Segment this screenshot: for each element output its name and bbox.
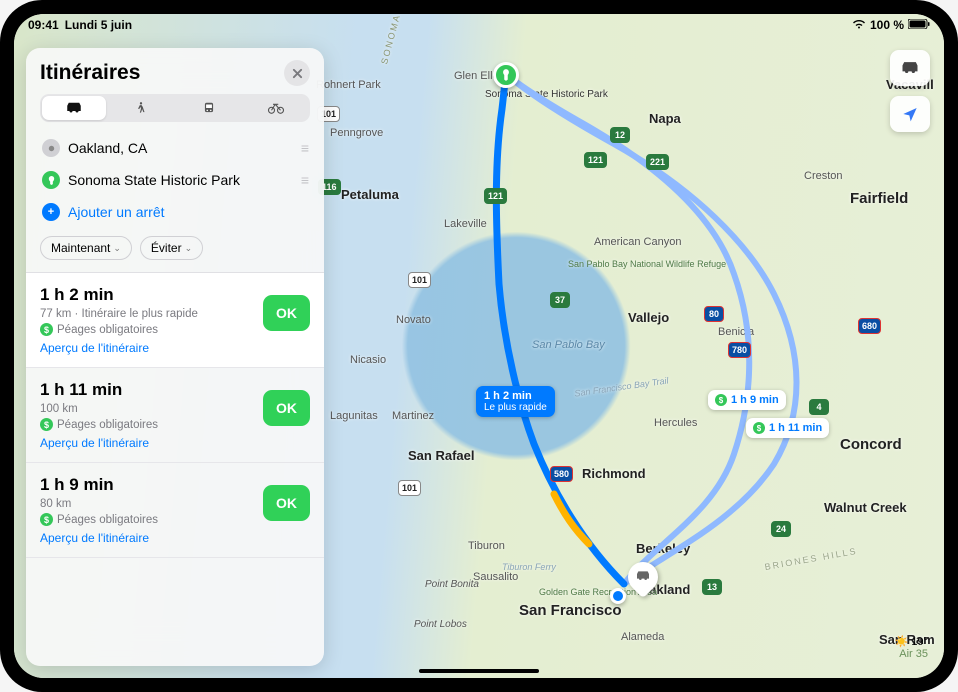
go-button[interactable]: OK xyxy=(263,295,310,331)
shield-ca121-b: 121 xyxy=(584,152,607,168)
mode-tab-transit[interactable] xyxy=(177,96,241,120)
shield-i580: 580 xyxy=(550,466,573,482)
mode-tab-bike[interactable] xyxy=(245,96,309,120)
route-badge-primary-time: 1 h 2 min xyxy=(484,390,532,402)
destination-pin[interactable] xyxy=(493,62,519,88)
reorder-handle-icon[interactable]: ≡ xyxy=(301,172,308,188)
route-option-3[interactable]: 1 h 9 min 80 km $Péages obligatoires Ape… xyxy=(26,463,324,558)
weather-temp: 19° xyxy=(911,636,928,648)
travel-mode-button[interactable] xyxy=(890,50,930,86)
add-stop-row[interactable]: + Ajouter un arrêt xyxy=(40,196,310,228)
transport-mode-tabs xyxy=(40,94,310,122)
shield-ca12: 12 xyxy=(610,127,630,143)
home-indicator[interactable] xyxy=(419,669,539,673)
shield-ca221: 221 xyxy=(646,154,669,170)
toll-icon: $ xyxy=(715,394,727,406)
status-date: Lundi 5 juin xyxy=(65,18,132,32)
route-badge-alt2[interactable]: $ 1 h 11 min xyxy=(746,418,829,438)
directions-panel: Itinéraires xyxy=(26,48,324,666)
shield-i680: 680 xyxy=(858,318,881,334)
shield-ca13: 13 xyxy=(702,579,722,595)
destination-row[interactable]: Sonoma State Historic Park ≡ xyxy=(40,164,310,196)
status-bar: 09:41 Lundi 5 juin 100 % xyxy=(14,14,944,36)
shield-ca24: 24 xyxy=(771,521,791,537)
route-preview-link[interactable]: Aperçu de l'itinéraire xyxy=(40,341,310,355)
origin-row[interactable]: Oakland, CA ≡ xyxy=(40,132,310,164)
toll-icon: $ xyxy=(40,323,53,336)
go-button[interactable]: OK xyxy=(263,485,310,521)
shield-i80: 80 xyxy=(704,306,724,322)
origin-label: Oakland, CA xyxy=(68,140,293,156)
origin-icon xyxy=(42,139,60,157)
route-preview-link[interactable]: Aperçu de l'itinéraire xyxy=(40,436,310,450)
status-time: 09:41 xyxy=(28,18,59,32)
sun-icon: ☀️ xyxy=(895,635,909,648)
wifi-icon xyxy=(852,18,866,32)
close-button[interactable] xyxy=(284,60,310,86)
route-option-1[interactable]: 1 h 2 min 77 km · Itinéraire le plus rap… xyxy=(26,273,324,368)
route-badge-alt1[interactable]: $ 1 h 9 min xyxy=(708,390,786,410)
shield-us101-a: 101 xyxy=(398,480,421,496)
chevron-down-icon: ⌄ xyxy=(113,243,121,254)
locate-me-button[interactable] xyxy=(890,96,930,132)
current-location-dot[interactable] xyxy=(610,588,626,604)
toll-icon: $ xyxy=(40,418,53,431)
shield-us101-b: 101 xyxy=(408,272,431,288)
shield-ca37: 37 xyxy=(550,292,570,308)
weather-widget[interactable]: ☀️ 19° Air 35 xyxy=(895,635,928,660)
avoid-button[interactable]: Éviter ⌄ xyxy=(140,236,203,260)
route-preview-link[interactable]: Aperçu de l'itinéraire xyxy=(40,531,310,545)
route-badge-primary[interactable]: 1 h 2 min Le plus rapide xyxy=(476,386,555,417)
chevron-down-icon: ⌄ xyxy=(185,243,193,254)
routes-list: 1 h 2 min 77 km · Itinéraire le plus rap… xyxy=(26,272,324,666)
mode-tab-walk[interactable] xyxy=(110,96,174,120)
status-battery: 100 % xyxy=(870,18,904,32)
battery-icon xyxy=(908,18,930,32)
route-badge-primary-tag: Le plus rapide xyxy=(484,402,547,413)
weather-aqi: Air 35 xyxy=(895,648,928,660)
toll-icon: $ xyxy=(753,422,765,434)
shield-i780: 780 xyxy=(728,342,751,358)
destination-label: Sonoma State Historic Park xyxy=(68,172,293,188)
shield-ca121-a: 121 xyxy=(484,188,507,204)
panel-title: Itinéraires xyxy=(40,61,140,85)
add-stop-icon: + xyxy=(42,203,60,221)
destination-icon xyxy=(42,171,60,189)
shield-ca4: 4 xyxy=(809,399,829,415)
reorder-handle-icon[interactable]: ≡ xyxy=(301,140,308,156)
go-button[interactable]: OK xyxy=(263,390,310,426)
add-stop-label: Ajouter un arrêt xyxy=(68,204,308,220)
route-option-2[interactable]: 1 h 11 min 100 km $Péages obligatoires A… xyxy=(26,368,324,463)
mode-tab-car[interactable] xyxy=(42,96,106,120)
toll-icon: $ xyxy=(40,513,53,526)
leave-time-button[interactable]: Maintenant ⌄ xyxy=(40,236,132,260)
